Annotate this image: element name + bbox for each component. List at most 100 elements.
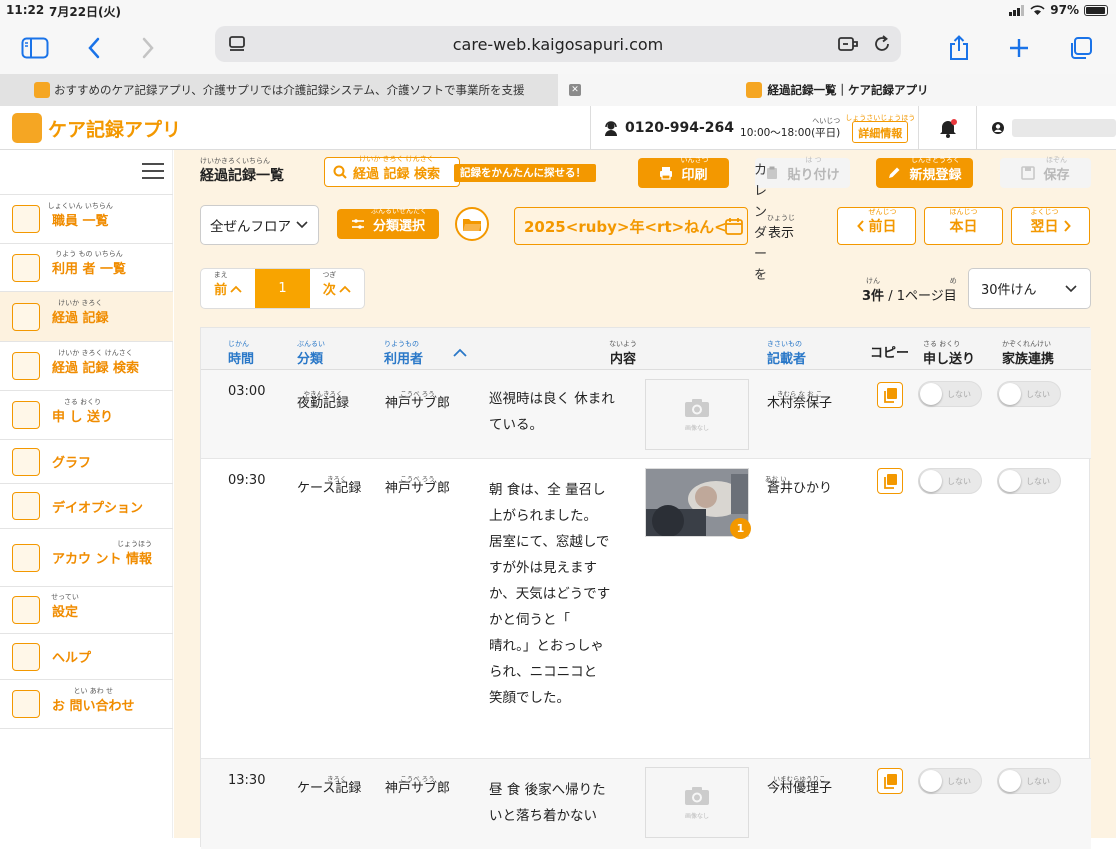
- pager-current-page[interactable]: 1: [255, 269, 310, 308]
- pager-next-text: 次: [322, 283, 336, 298]
- extension-icon[interactable]: [837, 34, 859, 54]
- notification-button[interactable]: [918, 106, 976, 150]
- hours-text: 10:00〜18:00(平日): [740, 126, 841, 139]
- tab-active[interactable]: 経過記録一覧｜ケア記録アプリ: [558, 74, 1116, 106]
- tab-close-icon[interactable]: ✕: [569, 84, 581, 96]
- toggle-knob: [920, 470, 942, 492]
- family-share-toggle[interactable]: しない: [997, 381, 1061, 407]
- category-select-label: ぶんるいせんたく 分類選択: [371, 207, 427, 234]
- handover-toggle[interactable]: しない: [918, 381, 982, 407]
- copy-icon: [884, 388, 897, 403]
- search-label: けいか きろく けんさく 経過 記録 検索: [353, 155, 440, 182]
- label-text: 職員 一覧: [52, 213, 109, 229]
- detail-info-label: 詳細情報: [858, 127, 903, 140]
- ruby: へいじつ: [812, 116, 841, 125]
- toggle-label: しない: [1026, 390, 1050, 399]
- sidebar-toggle-icon[interactable]: [17, 30, 53, 66]
- pagination: まえ前 1 つぎ次: [200, 268, 365, 309]
- per-page-select[interactable]: 30件けん: [968, 268, 1091, 309]
- folder-button[interactable]: [455, 207, 489, 241]
- new-tab-icon[interactable]: [1001, 30, 1037, 66]
- tab-inactive[interactable]: おすすめのケア記録アプリ、介護サプリでは介護記録システム、介護ソフトで事業所を支…: [0, 74, 558, 106]
- ruby: きろく: [327, 775, 347, 783]
- sidebar-item-day-option[interactable]: デイオプション: [0, 483, 173, 528]
- paste-button[interactable]: は つ貼り付け: [755, 156, 850, 188]
- date-input[interactable]: 2025<ruby>年<rt>ねん<: [514, 207, 748, 245]
- app-logo[interactable]: ケア記録アプリ: [12, 113, 181, 143]
- pager-prev-button[interactable]: まえ前: [201, 269, 255, 308]
- url-text[interactable]: care-web.kaigosapuri.com: [215, 35, 901, 54]
- row-category: きろく ケース記録: [297, 475, 361, 496]
- today-button[interactable]: ほんじつ 本日: [924, 207, 1003, 245]
- handover-toggle[interactable]: しない: [918, 468, 982, 494]
- reload-icon[interactable]: [872, 34, 892, 54]
- table-row[interactable]: 13:30 きろく ケース記録 こうべ ろう 神戸サブ郎 昼 食 後家へ帰りた いと…: [201, 759, 1091, 849]
- handover-toggle[interactable]: しない: [918, 768, 982, 794]
- category-select-button[interactable]: ぶんるいせんたく 分類選択: [337, 207, 439, 239]
- pager-next-button[interactable]: つぎ次: [310, 269, 364, 308]
- sidebar-item-contact[interactable]: とい あわ せお 問い合わせ: [0, 679, 173, 729]
- sidebar-item-progress-record[interactable]: けいか きろく 経過 記録: [0, 291, 173, 341]
- tabs-overview-icon[interactable]: [1063, 30, 1099, 66]
- sidebar-item-account-info[interactable]: じょうほう アカウ ント 情報: [0, 528, 173, 586]
- next-day-button[interactable]: よくじつ 翌日: [1011, 207, 1090, 245]
- page-info: め / 1ページ目: [888, 277, 957, 304]
- battery-icon: [1084, 4, 1108, 16]
- family-share-toggle[interactable]: しない: [997, 768, 1061, 794]
- no-image-placeholder[interactable]: 画像なし: [645, 379, 749, 450]
- sidebar-item-graph[interactable]: グラフ: [0, 439, 173, 483]
- floor-select[interactable]: 全ぜんフロア: [200, 205, 319, 245]
- chevron-up-icon: [339, 285, 351, 293]
- sidebar-item-label: さる おくり申 し 送り: [52, 398, 113, 425]
- next-day-label: よくじつ 翌日: [1031, 208, 1059, 236]
- user-name-redacted: [1012, 119, 1116, 137]
- back-icon[interactable]: [76, 30, 112, 66]
- chevron-down-icon: [1065, 284, 1077, 292]
- calendar-icon[interactable]: [724, 216, 744, 236]
- column-header-writer[interactable]: きさいもの 記載者: [767, 340, 806, 367]
- column-header-label: 分類: [297, 352, 324, 367]
- tab-title: おすすめのケア記録アプリ、介護サプリでは介護記録システム、介護ソフトで事業所を支…: [54, 83, 525, 97]
- sidebar-item-record-search[interactable]: けいか きろく けんさく 経過 記録 検索: [0, 341, 173, 390]
- ruby: ぶんるいせんたく: [370, 206, 427, 215]
- table-row[interactable]: 03:00 やきんきろく 夜勤記録 こうべ ろう 神戸サブ郎 巡視時は良く 休まれ …: [201, 370, 1091, 459]
- share-icon[interactable]: [941, 30, 977, 66]
- save-button[interactable]: ほぞん 保存: [1000, 156, 1091, 188]
- table-row[interactable]: 09:30 きろく ケース記録 こうべ ろう 神戸サブ郎 朝 食は、全 量召し 上が…: [201, 459, 1091, 759]
- column-header-category[interactable]: ぶんるい 分類: [297, 340, 325, 367]
- address-bar[interactable]: care-web.kaigosapuri.com: [215, 26, 901, 62]
- row-user: こうべ ろう 神戸サブ郎: [385, 390, 450, 411]
- forward-icon[interactable]: [130, 30, 166, 66]
- ruby: ぜんじつ: [868, 208, 897, 216]
- copy-button[interactable]: [877, 382, 903, 408]
- tab-strip: おすすめのケア記録アプリ、介護サプリでは介護記録システム、介護ソフトで事業所を支…: [0, 74, 1116, 106]
- sidebar-item-user-list[interactable]: りよう もの いちらん 利用 者 一覧: [0, 243, 173, 291]
- hamburger-menu-icon[interactable]: [142, 162, 164, 180]
- detail-info-button[interactable]: しょうさいじょうほう 詳細情報: [845, 114, 915, 143]
- prev-day-button[interactable]: ぜんじつ 前日: [837, 207, 916, 245]
- sort-ascending-icon[interactable]: [453, 348, 467, 358]
- sidebar-item-staff-list[interactable]: しょくいん いちらん 職員 一覧: [0, 194, 173, 243]
- column-header-user[interactable]: りようもの 利用者: [384, 340, 423, 367]
- copy-button[interactable]: [877, 768, 903, 794]
- phone-number[interactable]: 0120-994-264: [625, 120, 734, 136]
- folder-icon: [463, 219, 481, 231]
- user-menu[interactable]: [976, 106, 1116, 150]
- new-entry-button[interactable]: しんきとうろく 新規登録: [876, 156, 973, 188]
- sidebar-item-settings[interactable]: せってい 設定: [0, 586, 173, 633]
- camera-icon: [685, 787, 709, 805]
- print-button[interactable]: いんさつ 印刷: [638, 156, 729, 188]
- prev-day-label: ぜんじつ 前日: [869, 208, 897, 236]
- row-category: やきんきろく 夜勤記録: [297, 390, 349, 411]
- family-share-toggle[interactable]: しない: [997, 468, 1061, 494]
- sidebar-item-help[interactable]: ヘルプ: [0, 633, 173, 679]
- ruby: きろく: [327, 475, 347, 483]
- no-image-placeholder[interactable]: 画像なし: [645, 767, 749, 838]
- copy-button[interactable]: [877, 468, 903, 494]
- record-search-button[interactable]: けいか きろく けんさく 経過 記録 検索: [324, 155, 460, 187]
- ruby: とい あわ せ: [73, 686, 113, 695]
- column-header-time[interactable]: じかん 時間: [228, 340, 254, 367]
- calendar-show-label[interactable]: ひょうじ 表示: [767, 214, 795, 241]
- camera-icon: [685, 399, 709, 417]
- sidebar-item-handover[interactable]: さる おくり申 し 送り: [0, 390, 173, 439]
